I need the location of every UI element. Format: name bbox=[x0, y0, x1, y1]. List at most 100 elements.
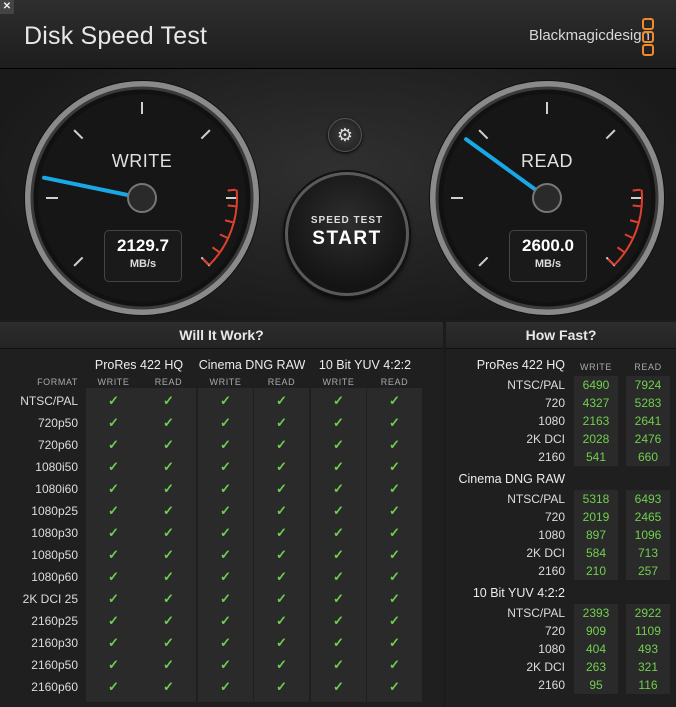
check-icon: ✓ bbox=[333, 679, 344, 694]
check-icon: ✓ bbox=[333, 481, 344, 496]
check-icon: ✓ bbox=[389, 657, 400, 672]
how-fast-group-title: Cinema DNG RAW bbox=[458, 472, 566, 486]
check-icon: ✓ bbox=[389, 679, 400, 694]
how-fast-row-label: NTSC/PAL bbox=[507, 492, 565, 506]
check-icon: ✓ bbox=[220, 591, 231, 606]
check-icon: ✓ bbox=[276, 679, 287, 694]
how-fast-read-value: 2922 bbox=[634, 606, 662, 620]
how-fast-write-value: 897 bbox=[585, 528, 607, 542]
check-icon: ✓ bbox=[389, 569, 400, 584]
how-fast-row-label: 720 bbox=[544, 396, 565, 410]
how-fast-row-label: 2K DCI bbox=[526, 546, 565, 560]
will-sub-header: WRITE bbox=[322, 377, 355, 387]
check-icon: ✓ bbox=[276, 657, 287, 672]
how-fast-write-value: 2393 bbox=[582, 606, 610, 620]
how-fast-read-value: 321 bbox=[637, 660, 659, 674]
check-icon: ✓ bbox=[163, 525, 174, 540]
check-icon: ✓ bbox=[220, 635, 231, 650]
check-icon: ✓ bbox=[220, 481, 231, 496]
check-icon: ✓ bbox=[276, 503, 287, 518]
read-speed-unit: MB/s bbox=[534, 258, 562, 270]
read-gauge: READ 2600.0 MB/s bbox=[427, 78, 667, 318]
how-fast-read-value: 713 bbox=[637, 546, 659, 560]
will-column-bg bbox=[311, 388, 366, 702]
check-icon: ✓ bbox=[108, 591, 119, 606]
how-fast-read-value: 6493 bbox=[634, 492, 662, 506]
read-gauge-redline-tick bbox=[632, 188, 641, 192]
how-fast-read-value: 1096 bbox=[634, 528, 662, 542]
will-sub-header: READ bbox=[267, 377, 296, 387]
check-icon: ✓ bbox=[389, 613, 400, 628]
will-column-bg bbox=[86, 388, 141, 702]
how-fast-row-label: 2K DCI bbox=[526, 432, 565, 446]
check-icon: ✓ bbox=[220, 393, 231, 408]
write-gauge-redline-tick bbox=[227, 204, 236, 208]
title-bar: ✕ Disk Speed Test Blackmagicdesign bbox=[0, 0, 676, 69]
check-icon: ✓ bbox=[163, 393, 174, 408]
how-fast-write-value: 909 bbox=[585, 624, 607, 638]
check-icon: ✓ bbox=[333, 525, 344, 540]
check-icon: ✓ bbox=[108, 547, 119, 562]
check-icon: ✓ bbox=[276, 635, 287, 650]
check-icon: ✓ bbox=[163, 459, 174, 474]
read-gauge-label: READ bbox=[520, 151, 573, 171]
check-icon: ✓ bbox=[220, 437, 231, 452]
check-icon: ✓ bbox=[389, 547, 400, 562]
how-fast-row-label: NTSC/PAL bbox=[507, 378, 565, 392]
check-icon: ✓ bbox=[276, 459, 287, 474]
how-fast-read-value: 5283 bbox=[634, 396, 662, 410]
check-icon: ✓ bbox=[276, 415, 287, 430]
how-fast-read-value: 660 bbox=[637, 450, 659, 464]
close-icon[interactable]: ✕ bbox=[0, 0, 14, 14]
check-icon: ✓ bbox=[333, 437, 344, 452]
read-readout: 2600.0 MB/s bbox=[509, 230, 587, 282]
format-label: 2160p25 bbox=[31, 614, 78, 628]
check-icon: ✓ bbox=[389, 393, 400, 408]
write-readout: 2129.7 MB/s bbox=[104, 230, 182, 282]
check-icon: ✓ bbox=[389, 415, 400, 430]
start-button-sublabel: SPEED TEST bbox=[310, 215, 384, 226]
read-gauge-dial bbox=[429, 80, 665, 316]
how-fast-group-title: 10 Bit YUV 4:2:2 bbox=[472, 586, 565, 600]
settings-button[interactable]: ⚙ bbox=[328, 118, 362, 152]
check-icon: ✓ bbox=[163, 547, 174, 562]
check-icon: ✓ bbox=[108, 437, 119, 452]
how-fast-write-value: 404 bbox=[585, 642, 607, 656]
write-gauge-hub bbox=[127, 183, 157, 213]
format-label: 1080p50 bbox=[31, 548, 78, 562]
format-label: 720p60 bbox=[37, 438, 78, 452]
check-icon: ✓ bbox=[163, 503, 174, 518]
will-it-work-title: Will It Work? bbox=[0, 322, 443, 349]
will-column-bg bbox=[198, 388, 253, 702]
format-label: 1080p30 bbox=[31, 526, 78, 540]
will-sub-header: READ bbox=[154, 377, 183, 387]
how-fast-row-label: 1080 bbox=[538, 414, 565, 428]
will-category-header: Cinema DNG RAW bbox=[198, 358, 306, 372]
check-icon: ✓ bbox=[220, 503, 231, 518]
format-label: 2K DCI 25 bbox=[22, 592, 78, 606]
check-icon: ✓ bbox=[163, 415, 174, 430]
check-icon: ✓ bbox=[220, 525, 231, 540]
how-fast-title: How Fast? bbox=[446, 322, 676, 349]
how-fast-row-label: 2K DCI bbox=[526, 660, 565, 674]
check-icon: ✓ bbox=[276, 393, 287, 408]
format-header: FORMAT bbox=[37, 377, 78, 387]
how-fast-read-value: 2641 bbox=[634, 414, 662, 428]
speed-test-start-button[interactable]: SPEED TEST START bbox=[285, 172, 409, 296]
how-fast-write-value: 541 bbox=[585, 450, 607, 464]
check-icon: ✓ bbox=[220, 547, 231, 562]
read-gauge-hub bbox=[532, 183, 562, 213]
format-label: 720p50 bbox=[37, 416, 78, 430]
start-button-label: START bbox=[312, 228, 382, 249]
check-icon: ✓ bbox=[389, 503, 400, 518]
brand-logo-text: Blackmagicdesign bbox=[529, 27, 650, 44]
how-fast-write-value: 2028 bbox=[582, 432, 610, 446]
write-speed-unit: MB/s bbox=[129, 258, 157, 270]
check-icon: ✓ bbox=[220, 569, 231, 584]
gauge-area: WRITE 2129.7 MB/s ⚙ SPEED TEST START REA… bbox=[0, 69, 676, 320]
will-sub-header: WRITE bbox=[209, 377, 242, 387]
format-label: 2160p30 bbox=[31, 636, 78, 650]
how-fast-write-header: WRITE bbox=[580, 362, 612, 372]
how-fast-row-label: 720 bbox=[544, 624, 565, 638]
check-icon: ✓ bbox=[333, 415, 344, 430]
